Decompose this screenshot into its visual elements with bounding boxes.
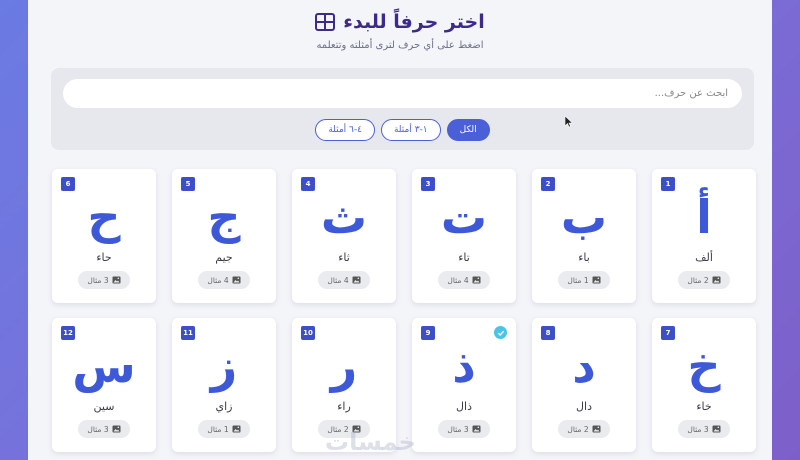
letter-glyph: ح <box>87 190 121 244</box>
letters-grid: 1 أ ألف 2 مثال 2 ب باء 1 مثال 3 ت تاء 4 مثال 4 ث ثاء 4 … <box>50 169 756 452</box>
examples-count-badge: 4 مثال <box>318 271 370 289</box>
letter-card[interactable]: 8 د دال 2 مثال <box>532 318 636 452</box>
letter-glyph: ذ <box>452 339 476 393</box>
filter-4-6-button[interactable]: ٤-٦ أمثلة <box>315 119 375 141</box>
letter-glyph: ج <box>207 190 241 244</box>
examples-count-badge: 4 مثال <box>198 271 250 289</box>
examples-count-label: 1 مثال <box>567 275 589 285</box>
page-header: اختر حرفاً للبدء اضغط على أي حرف لترى أم… <box>28 10 772 51</box>
letter-glyph: خ <box>687 339 721 393</box>
letter-card[interactable]: 9 ذ ذال 3 مثال <box>412 318 516 452</box>
letter-card[interactable]: 11 ز زاي 1 مثال <box>172 318 276 452</box>
examples-count-label: 3 مثال <box>447 424 469 434</box>
letter-glyph: ز <box>210 339 238 393</box>
letter-name: جيم <box>215 251 233 264</box>
examples-count-label: 2 مثال <box>567 424 589 434</box>
letter-glyph: ب <box>560 190 608 244</box>
filter-all-button[interactable]: الكل <box>446 119 490 141</box>
image-icon <box>472 276 481 284</box>
image-icon <box>712 425 721 433</box>
letter-name: ثاء <box>338 251 350 264</box>
image-icon <box>232 425 241 433</box>
examples-count-badge: 1 مثال <box>558 271 610 289</box>
letter-name: باء <box>578 251 590 264</box>
letter-card[interactable]: 7 خ خاء 3 مثال <box>652 318 756 452</box>
watermark: خمسات <box>325 428 416 456</box>
examples-count-badge: 3 مثال <box>78 420 130 438</box>
image-icon <box>712 276 721 284</box>
image-icon <box>352 276 361 284</box>
letter-name: ذال <box>456 400 472 413</box>
examples-count-badge: 3 مثال <box>78 271 130 289</box>
image-icon <box>592 425 601 433</box>
letter-card[interactable]: 1 أ ألف 2 مثال <box>652 169 756 303</box>
examples-count-badge: 3 مثال <box>438 420 490 438</box>
letter-glyph: ت <box>440 190 488 244</box>
examples-count-label: 4 مثال <box>447 275 469 285</box>
examples-count-badge: 2 مثال <box>558 420 610 438</box>
page-title: اختر حرفاً للبدء <box>343 11 485 33</box>
letter-glyph: ر <box>330 339 358 393</box>
letter-card[interactable]: 2 ب باء 1 مثال <box>532 169 636 303</box>
letter-glyph: د <box>572 339 596 393</box>
letter-name: راء <box>337 400 351 413</box>
letter-card[interactable]: 12 س سين 3 مثال <box>52 318 156 452</box>
examples-count-label: 2 مثال <box>687 275 709 285</box>
letter-name: حاء <box>96 251 112 264</box>
letter-glyph: أ <box>696 190 712 244</box>
image-icon <box>112 425 121 433</box>
image-icon <box>472 425 481 433</box>
image-icon <box>232 276 241 284</box>
examples-count-label: 3 مثال <box>687 424 709 434</box>
page-subtitle: اضغط على أي حرف لترى أمثلته وتتعلمه <box>316 40 484 51</box>
mouse-cursor-icon <box>565 116 573 128</box>
letter-card[interactable]: 3 ت تاء 4 مثال <box>412 169 516 303</box>
examples-count-badge: 3 مثال <box>678 420 730 438</box>
examples-count-label: 1 مثال <box>207 424 229 434</box>
letter-glyph: ث <box>320 190 368 244</box>
search-input[interactable] <box>63 79 742 108</box>
letter-glyph: س <box>72 339 136 393</box>
examples-count-badge: 1 مثال <box>198 420 250 438</box>
letter-card[interactable]: 6 ح حاء 3 مثال <box>52 169 156 303</box>
letter-card[interactable]: 5 ج جيم 4 مثال <box>172 169 276 303</box>
examples-count-label: 3 مثال <box>87 275 109 285</box>
grid-icon <box>315 13 336 31</box>
image-icon <box>592 276 601 284</box>
examples-count-badge: 4 مثال <box>438 271 490 289</box>
examples-count-label: 4 مثال <box>327 275 349 285</box>
main-panel: اختر حرفاً للبدء اضغط على أي حرف لترى أم… <box>28 0 772 460</box>
examples-count-label: 3 مثال <box>87 424 109 434</box>
filter-group: الكل ١-٣ أمثلة ٤-٦ أمثلة <box>51 119 754 141</box>
search-panel: الكل ١-٣ أمثلة ٤-٦ أمثلة <box>51 68 754 150</box>
letter-name: تاء <box>458 251 470 264</box>
examples-count-badge: 2 مثال <box>678 271 730 289</box>
letter-name: دال <box>576 400 592 413</box>
letter-name: زاي <box>215 400 233 413</box>
letter-name: خاء <box>696 400 712 413</box>
letter-name: سين <box>93 400 115 413</box>
examples-count-label: 4 مثال <box>207 275 229 285</box>
image-icon <box>112 276 121 284</box>
letter-name: ألف <box>695 251 713 264</box>
letter-card[interactable]: 4 ث ثاء 4 مثال <box>292 169 396 303</box>
filter-1-3-button[interactable]: ١-٣ أمثلة <box>380 119 441 141</box>
